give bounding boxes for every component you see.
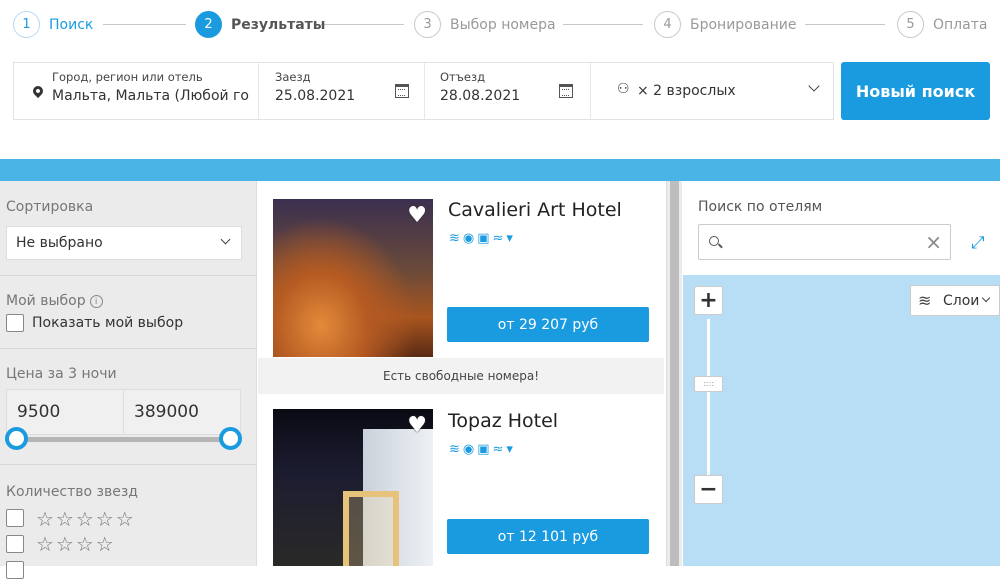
amenities-icons: ≋◉▣≈▾ bbox=[449, 231, 516, 246]
hotel-search-title: Поиск по отелям bbox=[698, 199, 823, 215]
filters-sidebar: Сортировка Не выбрано Мой выбор i Показат… bbox=[0, 181, 257, 579]
favorite-heart-icon[interactable]: ♥ bbox=[407, 203, 427, 228]
divider bbox=[0, 275, 257, 276]
price-max-value: 389000 bbox=[134, 402, 199, 422]
hotel-search-input[interactable]: × bbox=[698, 224, 951, 260]
hotel-list: ♥ Cavalieri Art Hotel ≋◉▣≈▾ от 29 207 ру… bbox=[258, 181, 666, 566]
chevron-down-icon bbox=[220, 234, 231, 245]
new-search-button[interactable]: Новый поиск bbox=[841, 62, 990, 120]
step-label: Оплата bbox=[933, 16, 988, 33]
close-icon[interactable]: × bbox=[925, 230, 942, 254]
stars-title: Количество звезд bbox=[6, 484, 138, 500]
hotel-photo[interactable]: ♥ bbox=[273, 199, 433, 357]
guests-value: × 2 взрослых bbox=[637, 83, 736, 99]
hotel-search-panel: Поиск по отелям × ⤢ bbox=[683, 181, 1000, 275]
price-title: Цена за 3 ночи bbox=[6, 366, 117, 382]
location-pin-icon bbox=[30, 83, 46, 99]
section-divider-band bbox=[0, 159, 1000, 181]
step-booking: 4 Бронирование bbox=[654, 11, 796, 38]
step-number: 3 bbox=[414, 11, 441, 38]
zoom-in-button[interactable]: + bbox=[694, 286, 723, 315]
list-scrollbar[interactable] bbox=[666, 181, 682, 566]
step-search[interactable]: 1 Поиск bbox=[13, 11, 93, 38]
stars-5-checkbox[interactable] bbox=[6, 509, 24, 527]
divider bbox=[0, 348, 257, 349]
map-view[interactable]: + :::: − ≋ Слои bbox=[683, 275, 1000, 566]
show-my-choice-label[interactable]: Показать мой выбор bbox=[32, 315, 183, 331]
destination-caption: Город, регион или отель bbox=[52, 70, 203, 84]
layers-button[interactable]: ≋ Слои bbox=[910, 285, 1000, 316]
star-rating-4[interactable]: ☆☆☆☆ bbox=[36, 534, 116, 554]
favorite-heart-icon[interactable]: ♥ bbox=[407, 413, 427, 438]
checkout-field[interactable]: Отъезд 28.08.2021 bbox=[425, 63, 591, 119]
zoom-slider-handle[interactable]: :::: bbox=[694, 376, 723, 392]
scrollbar-thumb[interactable] bbox=[670, 181, 679, 566]
price-slider-min-handle[interactable] bbox=[5, 427, 28, 450]
calendar-icon[interactable] bbox=[395, 84, 409, 98]
guests-icon: ⚇ bbox=[617, 81, 630, 97]
zoom-out-button[interactable]: − bbox=[694, 475, 723, 504]
sort-title: Сортировка bbox=[6, 199, 94, 215]
checkout-value: 28.08.2021 bbox=[440, 88, 521, 104]
step-number: 2 bbox=[195, 11, 222, 38]
stars-4-checkbox[interactable] bbox=[6, 535, 24, 553]
destination-value: Мальта, Мальта (Любой го bbox=[52, 88, 249, 104]
step-number: 4 bbox=[654, 11, 681, 38]
price-slider-track[interactable] bbox=[16, 437, 230, 442]
chevron-down-icon bbox=[808, 80, 820, 92]
hotel-name[interactable]: Topaz Hotel bbox=[448, 410, 558, 432]
step-number: 1 bbox=[13, 11, 40, 38]
step-connector bbox=[805, 24, 885, 25]
stars-3-checkbox[interactable] bbox=[6, 561, 24, 579]
price-button[interactable]: от 29 207 руб bbox=[447, 307, 649, 342]
step-connector bbox=[103, 24, 186, 25]
calendar-icon[interactable] bbox=[559, 84, 573, 98]
hotel-name[interactable]: Cavalieri Art Hotel bbox=[448, 199, 622, 221]
step-results: 2 Результаты bbox=[195, 11, 325, 38]
my-choice-title-text: Мой выбор bbox=[6, 293, 86, 309]
star-rating-5[interactable]: ☆☆☆☆☆ bbox=[36, 509, 136, 529]
checkout-caption: Отъезд bbox=[440, 70, 486, 84]
chevron-down-icon bbox=[981, 293, 991, 303]
search-icon bbox=[709, 236, 719, 246]
step-label: Поиск bbox=[49, 16, 94, 33]
price-button[interactable]: от 12 101 руб bbox=[447, 519, 649, 554]
checkin-value: 25.08.2021 bbox=[275, 88, 356, 104]
checkin-field[interactable]: Заезд 25.08.2021 bbox=[259, 63, 425, 119]
hotel-photo[interactable]: ♥ bbox=[273, 409, 433, 566]
step-connector bbox=[563, 24, 643, 25]
layers-icon: ≋ bbox=[918, 291, 932, 310]
price-min-value: 9500 bbox=[17, 402, 61, 422]
step-label: Результаты bbox=[231, 16, 326, 33]
step-room-choice: 3 Выбор номера bbox=[414, 11, 556, 38]
step-payment: 5 Оплата bbox=[897, 11, 987, 38]
sort-value: Не выбрано bbox=[16, 235, 103, 251]
gate-shape bbox=[343, 491, 399, 566]
guests-dropdown[interactable]: ⚇ × 2 взрослых bbox=[602, 63, 834, 119]
amenities-icons: ≋◉▣≈▾ bbox=[449, 442, 516, 457]
step-label: Бронирование bbox=[690, 16, 797, 33]
step-label: Выбор номера bbox=[450, 16, 556, 33]
progress-stepper: 1 Поиск 2 Результаты 3 Выбор номера 4 Бр… bbox=[0, 0, 1000, 50]
availability-note: Есть свободные номера! bbox=[258, 358, 664, 394]
price-min-input[interactable]: 9500 bbox=[6, 389, 124, 435]
layers-label: Слои bbox=[943, 293, 980, 309]
divider bbox=[0, 464, 257, 465]
info-icon[interactable]: i bbox=[89, 295, 103, 308]
sort-select[interactable]: Не выбрано bbox=[6, 226, 242, 260]
expand-icon[interactable]: ⤢ bbox=[971, 233, 985, 253]
search-form: Город, регион или отель Мальта, Мальта (… bbox=[13, 62, 834, 120]
step-number: 5 bbox=[897, 11, 924, 38]
checkin-caption: Заезд bbox=[275, 70, 311, 84]
price-slider-max-handle[interactable] bbox=[219, 427, 242, 450]
step-connector bbox=[321, 24, 404, 25]
zoom-slider-track[interactable] bbox=[707, 319, 710, 480]
my-choice-title: Мой выбор i bbox=[6, 293, 103, 309]
show-my-choice-checkbox[interactable] bbox=[6, 314, 24, 332]
destination-field[interactable]: Город, регион или отель Мальта, Мальта (… bbox=[14, 63, 259, 119]
